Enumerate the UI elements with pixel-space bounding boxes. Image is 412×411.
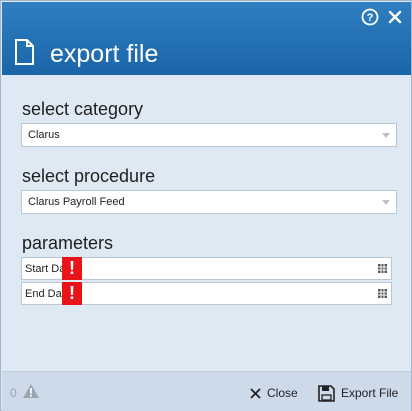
end-date-error-badge: ! [62,282,82,305]
procedure-select[interactable]: Clarus Payroll Feed [21,190,397,214]
category-selected-value: Clarus [28,129,60,141]
dialog-footer: 0 Close Export File [2,371,411,411]
start-date-error-badge: ! [62,257,82,280]
chevron-down-icon [382,133,390,138]
end-date-input[interactable] [82,283,372,304]
close-icon[interactable] [388,10,402,24]
category-label: select category [22,99,144,119]
start-date-row: Start Date ! [21,257,392,280]
dialog-title: export file [50,40,159,68]
svg-text:?: ? [367,12,374,24]
warning-icon[interactable] [22,383,40,399]
dialog-body: select category Clarus select procedure … [2,75,411,371]
dialog-titlebar: export file ? [2,2,411,75]
calendar-icon[interactable] [378,264,387,273]
procedure-selected-value: Clarus Payroll Feed [28,196,125,208]
save-icon [318,384,335,402]
close-icon [250,387,261,399]
error-count: 0 [10,386,17,400]
export-file-button-label: Export File [341,386,399,400]
chevron-down-icon [382,200,390,205]
calendar-icon[interactable] [378,289,387,298]
export-file-button[interactable]: Export File [318,381,398,405]
procedure-label: select procedure [22,166,156,186]
parameters-label: parameters [22,233,114,253]
close-button[interactable]: Close [250,381,298,405]
start-date-input[interactable] [82,258,372,279]
file-icon [15,39,34,65]
export-file-dialog: export file ? select category Clarus sel… [0,0,412,411]
help-circle-icon[interactable]: ? [361,8,379,26]
close-button-label: Close [267,386,298,400]
category-select[interactable]: Clarus [21,123,397,147]
end-date-row: End Date ! [21,282,392,305]
